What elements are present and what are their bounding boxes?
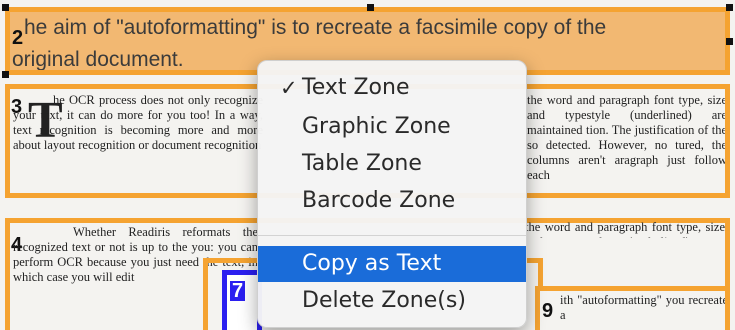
menu-item-copy-as-text[interactable]: Copy as Text xyxy=(258,246,526,282)
menu-item-table-zone[interactable]: Table Zone xyxy=(258,146,526,182)
zone-9-text: ith "autoformatting" you recreate a xyxy=(560,293,728,322)
zone-3-text-left: he OCR process does not only recognize y… xyxy=(13,93,263,152)
zone-number: 9 xyxy=(542,300,554,322)
menu-item-graphic-zone[interactable]: Graphic Zone xyxy=(258,109,526,145)
checkmark-icon: ✓ xyxy=(280,76,298,100)
zone-7[interactable]: 7 xyxy=(222,270,262,330)
menu-item-label: Table Zone xyxy=(302,151,422,176)
menu-item-label: Graphic Zone xyxy=(302,114,451,139)
menu-item-text-zone[interactable]: ✓ Text Zone xyxy=(258,70,526,106)
zone-4-right-text: the word and paragraph font type, size a… xyxy=(525,220,725,238)
selection-handle[interactable] xyxy=(2,4,9,11)
selection-handle[interactable] xyxy=(726,4,733,11)
menu-item-label: Delete Zone(s) xyxy=(302,288,466,313)
menu-item-label: Text Zone xyxy=(302,75,410,100)
title-line-1: he aim of "autoformatting" is to recreat… xyxy=(24,16,607,39)
selection-handle[interactable] xyxy=(367,4,374,11)
selection-handle[interactable] xyxy=(726,38,733,45)
menu-separator xyxy=(258,235,526,236)
menu-item-label: Copy as Text xyxy=(302,251,442,276)
selection-handle[interactable] xyxy=(2,71,9,78)
zone-9[interactable]: 9 ith "autoformatting" you recreate a xyxy=(535,286,730,330)
menu-item-barcode-zone[interactable]: Barcode Zone xyxy=(258,183,526,219)
zone-number: 7 xyxy=(230,280,246,302)
zone-number: 2 xyxy=(12,27,24,49)
context-menu: ✓ Text Zone Graphic Zone Table Zone Barc… xyxy=(257,60,527,328)
zone-3-text-right: the word and paragraph font type, size a… xyxy=(527,93,727,182)
menu-item-delete-zones[interactable]: Delete Zone(s) xyxy=(258,283,526,319)
menu-item-label: Barcode Zone xyxy=(302,188,456,213)
title-line-2: original document. xyxy=(12,48,184,71)
